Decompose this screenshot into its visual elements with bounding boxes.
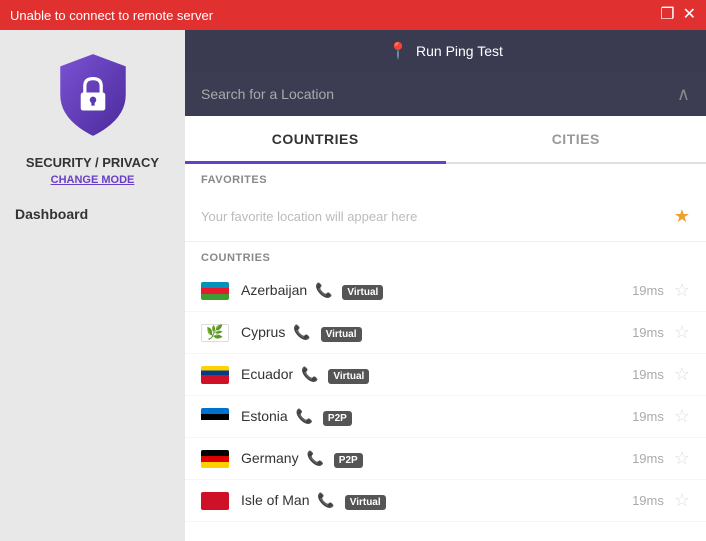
countries-section-header: COUNTRIES	[185, 242, 706, 270]
dashboard-label: Dashboard	[0, 206, 88, 222]
phone-icon: 📞	[293, 324, 310, 340]
security-label: SECURITY / PRIVACY	[26, 155, 159, 170]
latency: 19ms	[632, 325, 664, 340]
phone-icon: 📞	[301, 366, 318, 382]
flag-ee-icon	[201, 408, 229, 426]
favorites-placeholder-row: Your favorite location will appear here …	[185, 192, 706, 242]
country-name: Isle of Man 📞 Virtual	[241, 492, 632, 509]
badge-virtual: Virtual	[345, 495, 386, 510]
title-bar-text: Unable to connect to remote server	[10, 8, 213, 23]
phone-icon: 📞	[315, 282, 332, 298]
ping-bar[interactable]: 📍 Run Ping Test	[185, 30, 706, 72]
badge-virtual: Virtual	[321, 327, 362, 342]
flag-ec-icon	[201, 366, 229, 384]
country-name: Estonia 📞 P2P	[241, 408, 632, 425]
badge-p2p: P2P	[334, 453, 363, 468]
latency: 19ms	[632, 493, 664, 508]
ping-icon: 📍	[388, 41, 408, 61]
favorites-placeholder-text: Your favorite location will appear here	[201, 209, 417, 224]
badge-virtual: Virtual	[342, 285, 383, 300]
list-item[interactable]: Ecuador 📞 Virtual 19ms ☆	[185, 354, 706, 396]
flag-az-icon	[201, 282, 229, 300]
phone-icon: 📞	[306, 450, 323, 466]
tab-countries[interactable]: COUNTRIES	[185, 116, 446, 164]
favorite-star-icon[interactable]: ☆	[674, 280, 690, 301]
list-item[interactable]: Germany 📞 P2P 19ms ☆	[185, 438, 706, 480]
favorite-star-icon[interactable]: ☆	[674, 448, 690, 469]
favorite-star-icon[interactable]: ☆	[674, 322, 690, 343]
latency: 19ms	[632, 283, 664, 298]
search-text: Search for a Location	[201, 86, 334, 102]
phone-icon: 📞	[296, 408, 313, 424]
close-button[interactable]: ✕	[683, 7, 696, 23]
favorite-star-icon[interactable]: ☆	[674, 406, 690, 427]
country-name: Ecuador 📞 Virtual	[241, 366, 632, 383]
tab-cities-label: CITIES	[552, 131, 600, 147]
title-bar-controls: ❐ ✕	[660, 7, 696, 23]
favorites-star-icon[interactable]: ★	[674, 206, 690, 227]
list-item[interactable]: Estonia 📞 P2P 19ms ☆	[185, 396, 706, 438]
latency: 19ms	[632, 409, 664, 424]
latency: 19ms	[632, 451, 664, 466]
ping-text: Run Ping Test	[416, 43, 503, 59]
content-area[interactable]: FAVORITES Your favorite location will ap…	[185, 164, 706, 541]
main-panel: 📍 Run Ping Test Search for a Location ∧ …	[185, 30, 706, 541]
tab-countries-label: COUNTRIES	[272, 131, 359, 147]
latency: 19ms	[632, 367, 664, 382]
country-name: Azerbaijan 📞 Virtual	[241, 282, 632, 299]
favorites-header: FAVORITES	[185, 164, 706, 192]
badge-virtual: Virtual	[328, 369, 369, 384]
list-item[interactable]: Isle of Man 📞 Virtual 19ms ☆	[185, 480, 706, 522]
search-bar[interactable]: Search for a Location ∧	[185, 72, 706, 116]
tab-cities[interactable]: CITIES	[446, 116, 706, 162]
tabs-container: COUNTRIES CITIES	[185, 116, 706, 164]
country-name: Germany 📞 P2P	[241, 450, 632, 467]
change-mode-link[interactable]: CHANGE MODE	[51, 174, 135, 186]
flag-cy-icon: 🌿	[201, 324, 229, 342]
flag-de-icon	[201, 450, 229, 468]
country-name: Cyprus 📞 Virtual	[241, 324, 632, 341]
favorite-star-icon[interactable]: ☆	[674, 490, 690, 511]
list-item[interactable]: Azerbaijan 📞 Virtual 19ms ☆	[185, 270, 706, 312]
list-item[interactable]: 🌿 Cyprus 📞 Virtual 19ms ☆	[185, 312, 706, 354]
chevron-up-icon: ∧	[677, 84, 690, 105]
flag-im-icon	[201, 492, 229, 510]
shield-icon	[48, 50, 138, 140]
phone-icon: 📞	[317, 492, 334, 508]
title-bar: Unable to connect to remote server ❐ ✕	[0, 0, 706, 30]
badge-p2p: P2P	[323, 411, 352, 426]
left-panel: SECURITY / PRIVACY CHANGE MODE Dashboard	[0, 30, 185, 541]
restore-button[interactable]: ❐	[660, 7, 674, 23]
favorite-star-icon[interactable]: ☆	[674, 364, 690, 385]
